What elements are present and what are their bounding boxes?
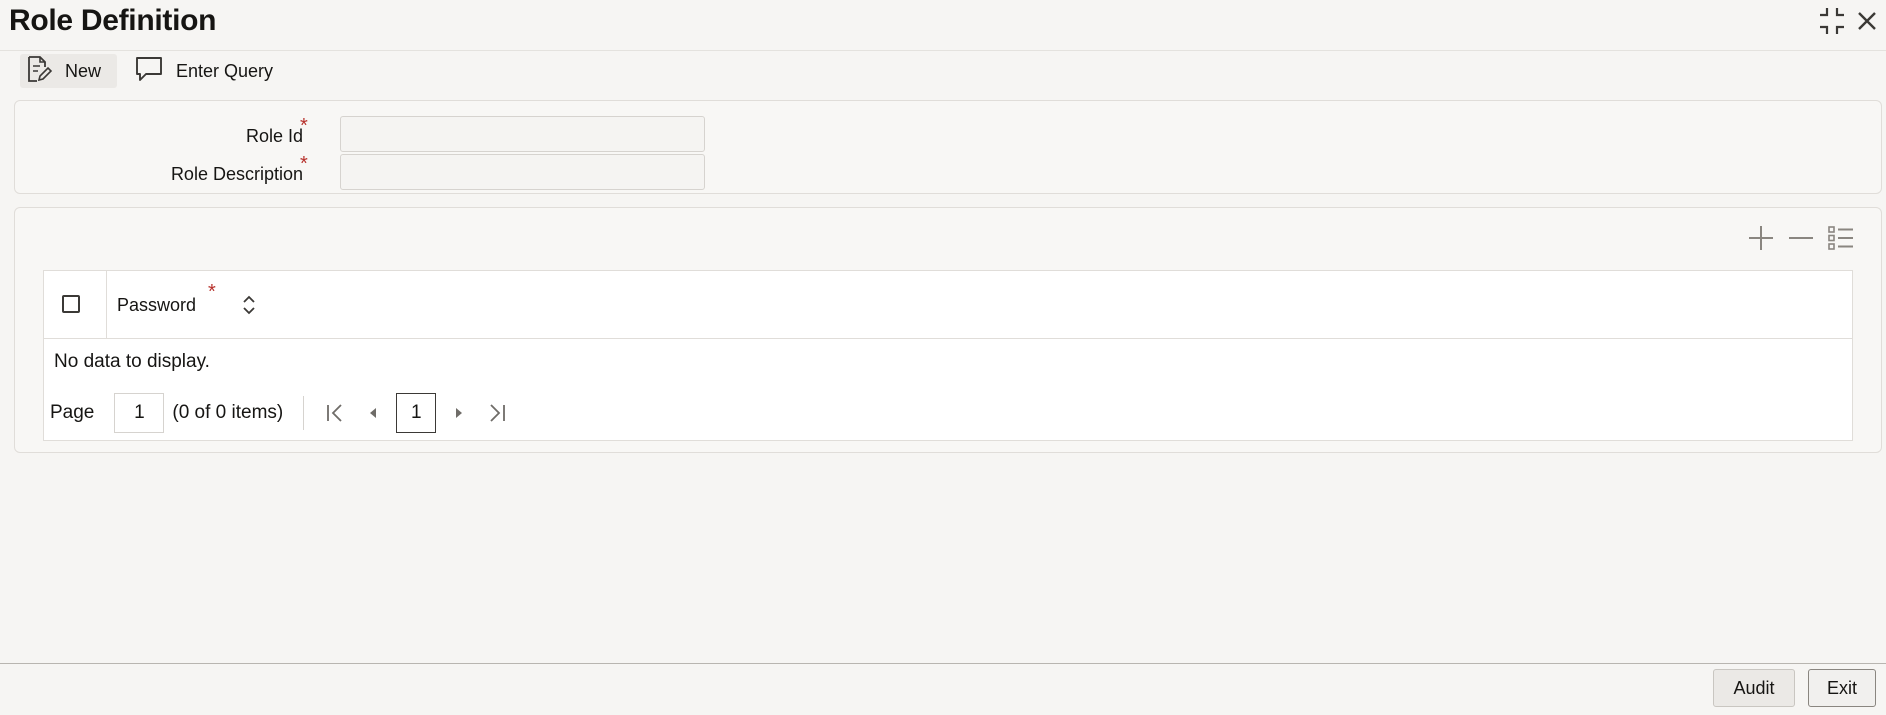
audit-button[interactable]: Audit bbox=[1713, 669, 1795, 707]
page-number-input[interactable]: 1 bbox=[114, 393, 165, 433]
role-id-label: Role Id bbox=[245, 126, 303, 146]
role-description-input[interactable] bbox=[340, 154, 705, 190]
required-marker: * bbox=[300, 153, 308, 175]
footer-divider bbox=[0, 663, 1886, 664]
delete-row-icon[interactable] bbox=[1787, 224, 1815, 252]
new-button-label: New bbox=[65, 60, 102, 81]
pagination: Page 1 (0 of 0 items) 1 bbox=[50, 393, 516, 433]
sort-icon[interactable] bbox=[242, 295, 256, 320]
single-view-icon[interactable] bbox=[1827, 224, 1855, 252]
empty-table-message: No data to display. bbox=[54, 351, 210, 372]
comment-icon bbox=[134, 54, 164, 89]
last-page-icon[interactable] bbox=[478, 393, 516, 433]
password-table: Password * No data to display. Page 1 (0… bbox=[43, 270, 1853, 441]
page-title: Role Definition bbox=[9, 4, 217, 37]
enter-query-button[interactable]: Enter Query bbox=[131, 54, 289, 88]
first-page-icon[interactable] bbox=[316, 393, 354, 433]
select-all-cell bbox=[44, 271, 107, 338]
enter-query-label: Enter Query bbox=[176, 60, 274, 81]
password-grid-panel: Password * No data to display. Page 1 (0… bbox=[14, 207, 1882, 453]
column-header-password[interactable]: Password bbox=[117, 295, 196, 316]
required-marker: * bbox=[208, 281, 216, 303]
required-marker: * bbox=[300, 115, 308, 137]
role-fields-panel: Role Id * Role Description * bbox=[14, 100, 1882, 194]
table-header: Password * bbox=[44, 271, 1852, 339]
items-count: (0 of 0 items) bbox=[172, 402, 284, 423]
close-icon[interactable] bbox=[1856, 10, 1878, 32]
grid-toolbar bbox=[1747, 224, 1855, 252]
role-id-row: Role Id * bbox=[15, 115, 1881, 154]
previous-page-icon[interactable] bbox=[354, 393, 392, 433]
role-id-input[interactable] bbox=[340, 116, 705, 152]
next-page-icon[interactable] bbox=[440, 393, 478, 433]
title-divider bbox=[0, 50, 1886, 51]
role-description-label: Role Description bbox=[170, 164, 303, 184]
new-document-icon bbox=[23, 54, 53, 89]
minimize-icon[interactable] bbox=[1818, 6, 1846, 36]
new-button[interactable]: New bbox=[20, 54, 118, 89]
window-controls bbox=[1818, 6, 1878, 36]
current-page[interactable]: 1 bbox=[396, 393, 437, 433]
exit-button[interactable]: Exit bbox=[1808, 669, 1876, 707]
toolbar: New Enter Query bbox=[20, 54, 289, 88]
role-description-row: Role Description * bbox=[15, 153, 1881, 192]
add-row-icon[interactable] bbox=[1747, 224, 1775, 252]
select-all-checkbox[interactable] bbox=[62, 295, 80, 313]
page-label: Page bbox=[50, 402, 95, 423]
pager-divider bbox=[303, 396, 305, 430]
